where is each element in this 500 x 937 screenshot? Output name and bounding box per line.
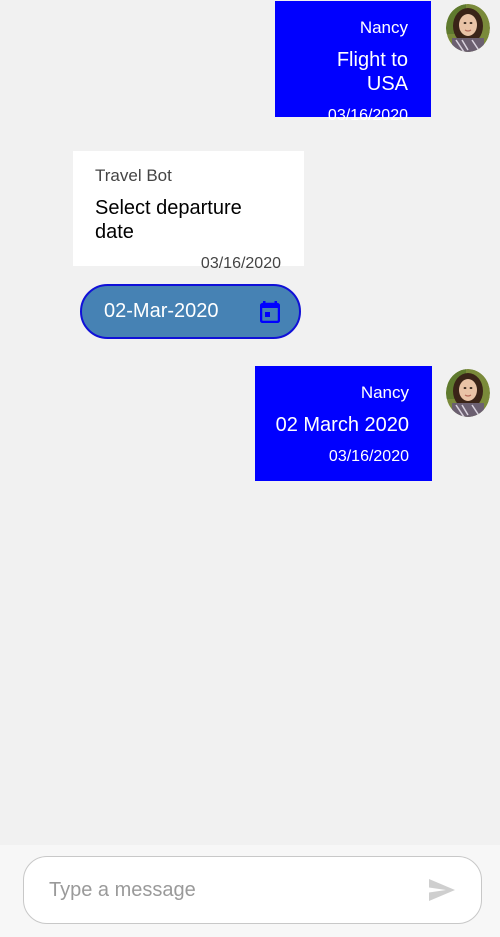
user-avatar [446,4,490,52]
message-text: Flight to USA [336,49,408,95]
incoming-message-bubble: Travel Bot Select departure date 03/16/2… [73,151,304,272]
message-timestamp: 03/16/2020 [200,255,281,272]
message-composer-area [0,845,500,937]
send-icon[interactable] [427,875,457,905]
message-timestamp: 03/16/2020 [327,107,408,124]
message-composer [23,856,482,924]
date-picker-value: 02-Mar-2020 [104,300,219,322]
chat-message-list: Nancy Flight to USA 03/16/2020 Travel Bo… [0,0,500,845]
message-author: Nancy [359,18,408,37]
message-author: Travel Bot [95,166,172,185]
message-input[interactable] [49,878,427,902]
message-timestamp: 03/16/2020 [328,448,409,465]
user-avatar [446,369,490,417]
date-picker[interactable]: 02-Mar-2020 [80,284,301,339]
outgoing-message-bubble: Nancy Flight to USA 03/16/2020 [275,1,431,124]
message-text: Select departure date [95,197,242,243]
message-author: Nancy [360,383,409,402]
calendar-icon[interactable] [259,300,281,324]
outgoing-message-bubble: Nancy 02 March 2020 03/16/2020 [255,366,432,481]
message-text: 02 March 2020 [275,414,409,436]
